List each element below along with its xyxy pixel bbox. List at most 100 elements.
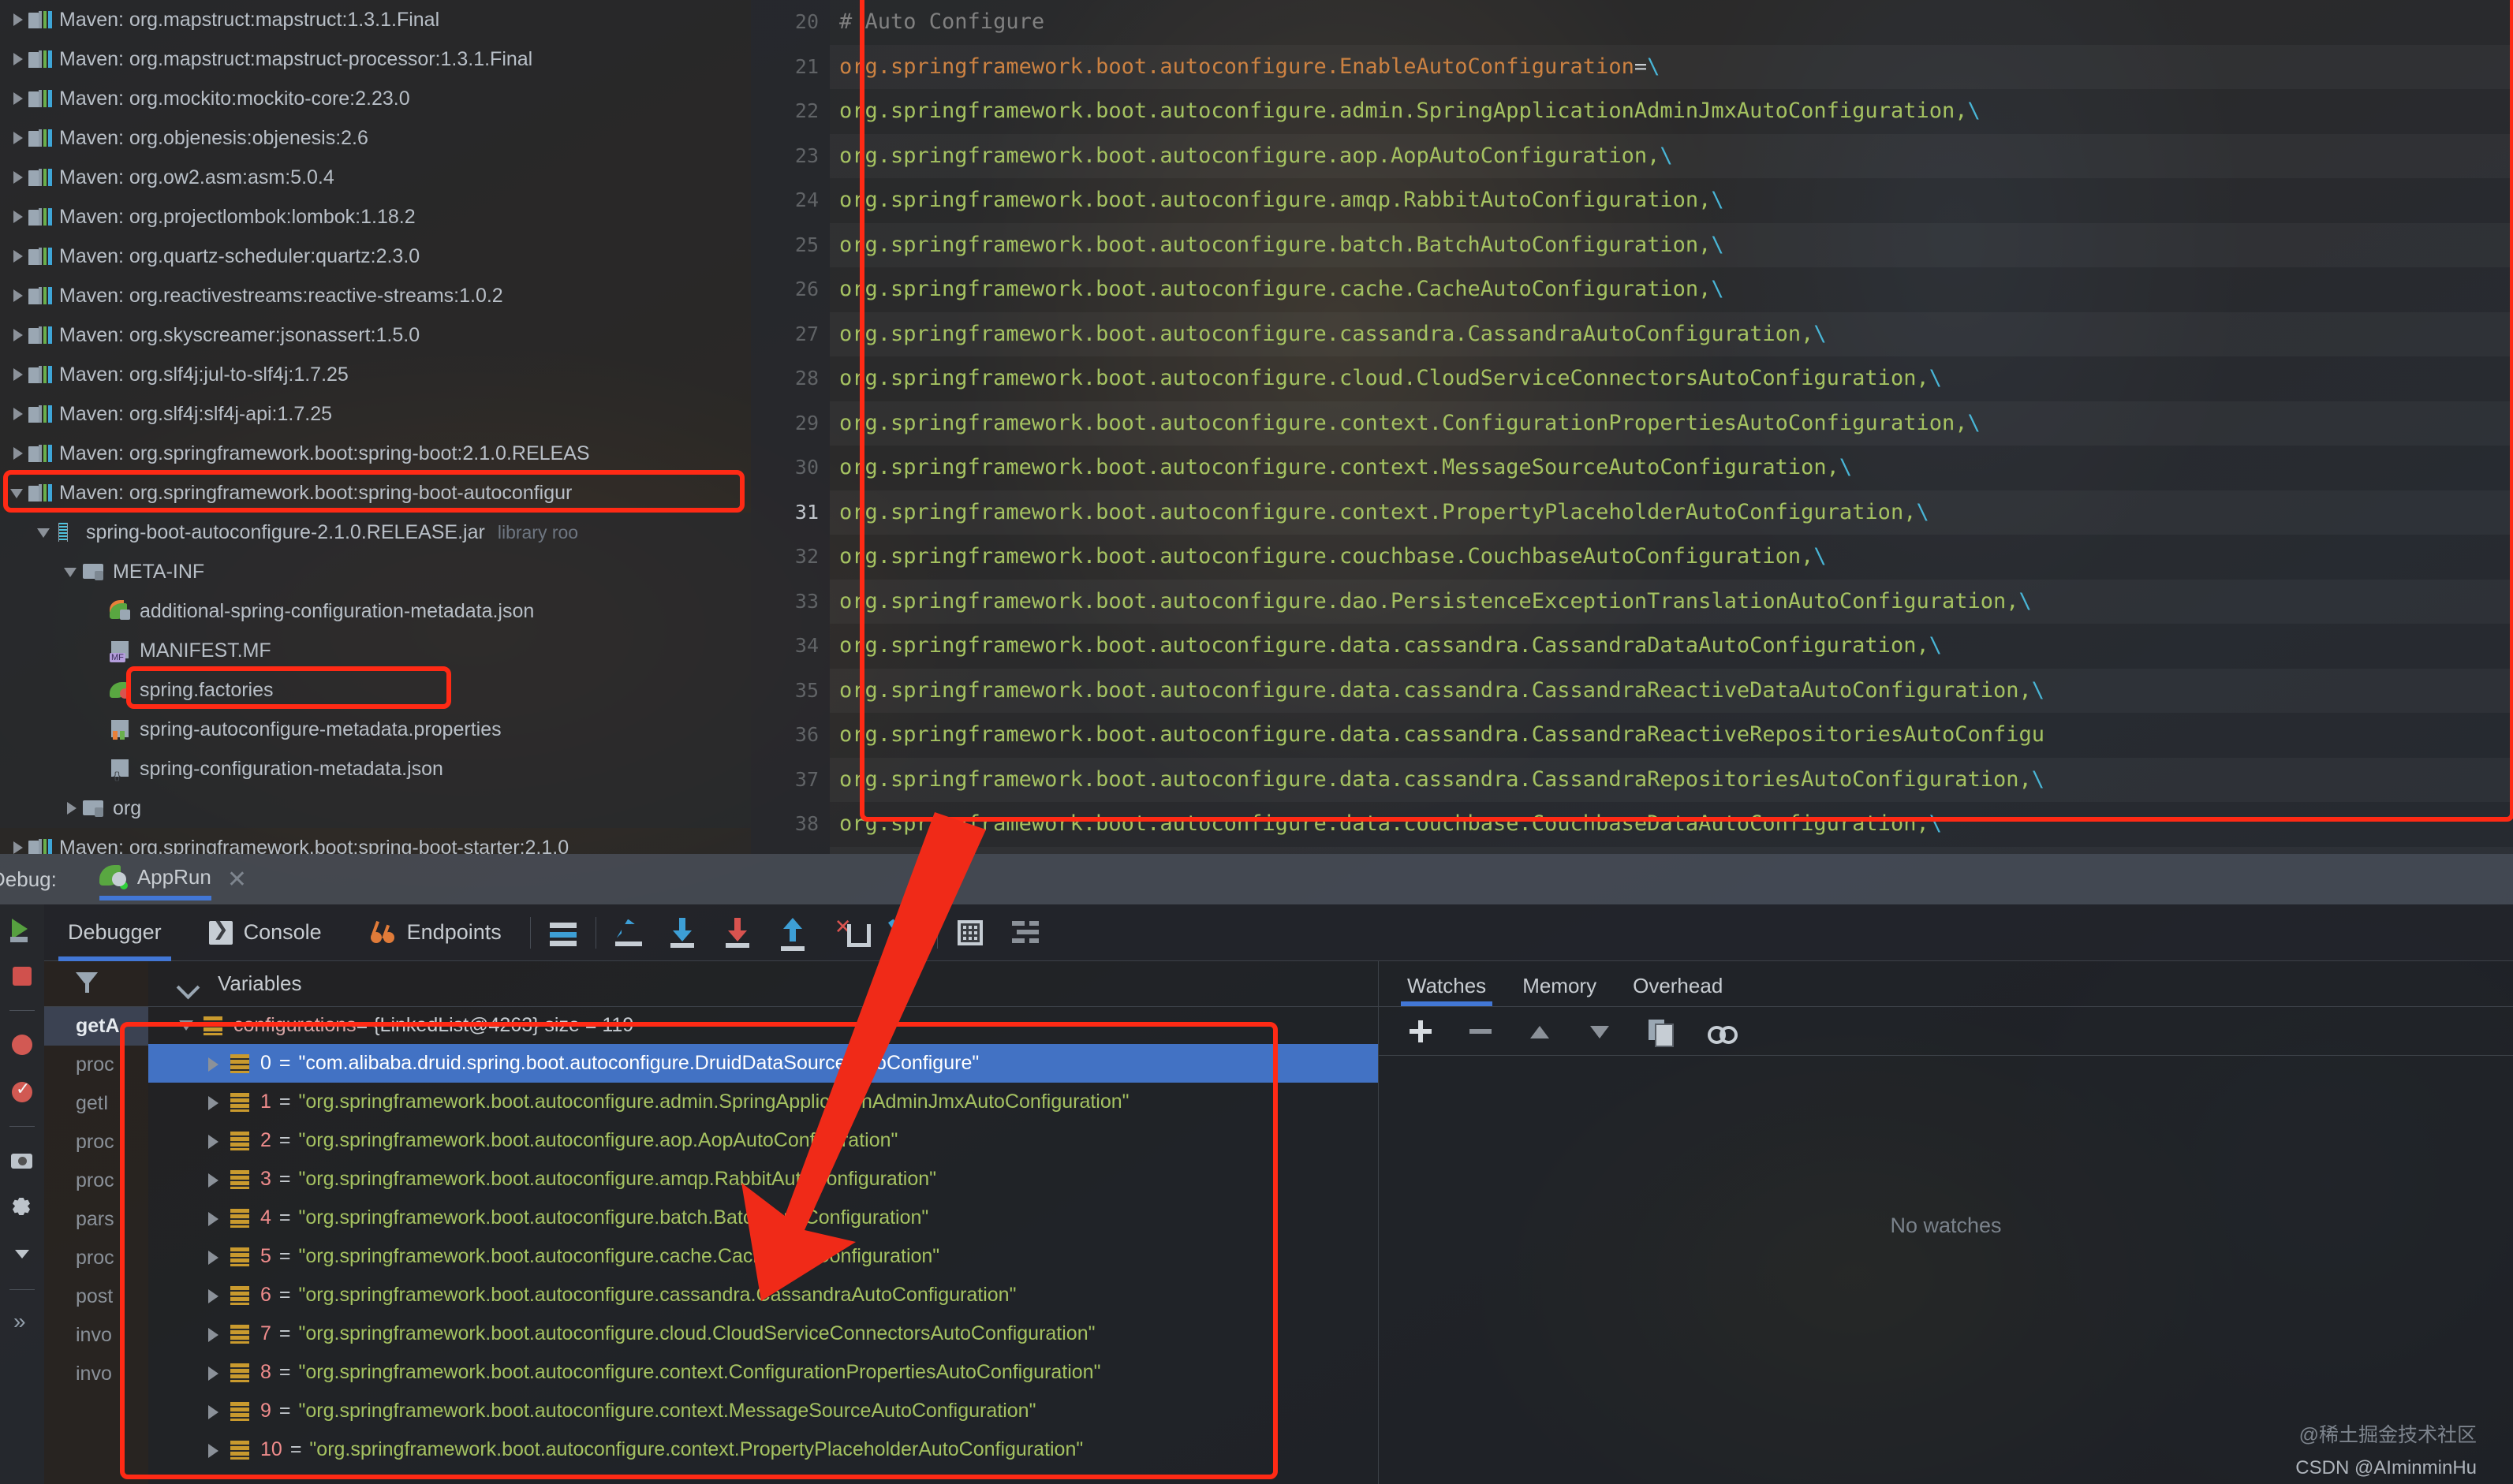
code-line[interactable]: org.springframework.boot.autoconfigure.d… [830, 624, 2513, 669]
chevron-right-icon[interactable] [202, 1322, 226, 1346]
frames-filter-bar[interactable] [44, 961, 148, 1007]
tree-row[interactable]: MANIFEST.MF [0, 631, 751, 670]
frame-row[interactable]: proc [44, 1161, 148, 1200]
code-line[interactable]: org.springframework.boot.autoconfigure.b… [830, 223, 2513, 268]
variable-row[interactable]: 7="org.springframework.boot.autoconfigur… [148, 1314, 1378, 1353]
code-line[interactable]: org.springframework.boot.autoconfigure.a… [830, 134, 2513, 179]
screenshot-icon[interactable] [9, 1147, 35, 1174]
frame-row[interactable]: getA [44, 1007, 148, 1046]
tab-overhead[interactable]: Overhead [1633, 974, 1723, 1006]
project-tool-window[interactable]: Maven: org.mapstruct:mapstruct:1.3.1.Fin… [0, 0, 751, 854]
chevron-right-icon[interactable] [8, 246, 28, 267]
tab-watches[interactable]: Watches [1407, 974, 1486, 1006]
chevron-down-icon[interactable] [62, 561, 82, 582]
editor-code-area[interactable]: # Auto Configureorg.springframework.boot… [830, 0, 2513, 854]
chevron-down-icon[interactable] [8, 483, 28, 503]
frame-row[interactable]: post [44, 1277, 148, 1316]
chevron-right-icon[interactable] [8, 128, 28, 148]
tree-row[interactable]: META-INF [0, 552, 751, 591]
tree-row[interactable]: Maven: org.springframework.boot:spring-b… [0, 828, 751, 854]
tree-row[interactable]: Maven: org.mockito:mockito-core:2.23.0 [0, 79, 751, 118]
tree-row[interactable]: Maven: org.reactivestreams:reactive-stre… [0, 276, 751, 315]
tree-row[interactable]: spring-boot-autoconfigure-2.1.0.RELEASE.… [0, 513, 751, 552]
tab-memory[interactable]: Memory [1522, 974, 1596, 1006]
frame-row[interactable]: proc [44, 1046, 148, 1084]
chevron-right-icon[interactable] [202, 1361, 226, 1385]
chevron-down-icon[interactable] [175, 1014, 199, 1038]
tree-row[interactable]: Maven: org.slf4j:jul-to-slf4j:1.7.25 [0, 355, 751, 394]
code-line[interactable]: org.springframework.boot.autoconfigure.c… [830, 356, 2513, 401]
chevron-down-icon[interactable] [180, 974, 200, 994]
tree-row[interactable]: Maven: org.slf4j:slf4j-api:1.7.25 [0, 394, 751, 434]
tree-row[interactable]: Maven: org.springframework.boot:spring-b… [0, 434, 751, 473]
chevron-right-icon[interactable] [202, 1129, 226, 1153]
frame-row[interactable]: invo [44, 1316, 148, 1355]
chevron-right-icon[interactable] [8, 837, 28, 854]
tree-row[interactable]: Maven: org.skyscreamer:jsonassert:1.5.0 [0, 315, 751, 355]
code-line[interactable]: org.springframework.boot.autoconfigure.c… [830, 312, 2513, 357]
chevron-right-icon[interactable] [202, 1284, 226, 1307]
code-line[interactable]: org.springframework.boot.autoconfigure.c… [830, 490, 2513, 535]
watches-toolbar[interactable] [1379, 1007, 2513, 1056]
frame-row[interactable]: pars [44, 1200, 148, 1239]
chevron-right-icon[interactable] [8, 364, 28, 385]
tab-debugger[interactable]: Debugger [44, 904, 185, 961]
code-editor[interactable]: 2021222324252627282930313233343536373839… [751, 0, 2513, 854]
chevron-down-icon[interactable] [9, 1242, 35, 1269]
tree-row[interactable]: Maven: org.mapstruct:mapstruct:1.3.1.Fin… [0, 0, 751, 39]
move-down-icon[interactable] [1587, 1018, 1614, 1045]
watches-tab-bar[interactable]: Watches Memory Overhead [1379, 961, 2513, 1007]
chevron-right-icon[interactable] [8, 443, 28, 464]
add-watch-icon[interactable] [1407, 1018, 1434, 1045]
chevron-right-icon[interactable] [62, 798, 82, 818]
code-line[interactable]: org.springframework.boot.autoconfigure.c… [830, 535, 2513, 580]
tree-row[interactable]: Maven: org.projectlombok:lombok:1.18.2 [0, 197, 751, 237]
chevron-right-icon[interactable] [202, 1206, 226, 1230]
chevron-right-icon[interactable] [202, 1245, 226, 1269]
chevron-right-icon[interactable] [8, 88, 28, 109]
debug-actions-strip[interactable] [0, 904, 44, 1484]
code-line[interactable]: org.springframework.boot.autoconfigure.c… [830, 401, 2513, 446]
tree-row[interactable]: Maven: org.ow2.asm:asm:5.0.4 [0, 158, 751, 197]
watches-panel[interactable]: Watches Memory Overhead No watches [1379, 961, 2513, 1484]
code-line[interactable]: org.springframework.boot.autoconfigure.c… [830, 446, 2513, 490]
tree-row[interactable]: additional-spring-configuration-metadata… [0, 591, 751, 631]
chevron-right-icon[interactable] [202, 1438, 226, 1462]
code-line[interactable]: org.springframework.boot.autoconfigure.d… [830, 580, 2513, 625]
tab-console[interactable]: Console [185, 904, 345, 961]
code-line[interactable]: org.springframework.boot.autoconfigure.a… [830, 178, 2513, 223]
tree-row[interactable]: spring.factories [0, 670, 751, 710]
step-over-icon[interactable] [614, 918, 644, 948]
variable-row[interactable]: 8="org.springframework.boot.autoconfigur… [148, 1353, 1378, 1392]
tree-row[interactable]: Maven: org.springframework.boot:spring-b… [0, 473, 751, 513]
tree-row[interactable]: spring-autoconfigure-metadata.properties [0, 710, 751, 749]
chevron-right-icon[interactable] [8, 325, 28, 345]
filter-funnel-icon[interactable] [76, 972, 98, 994]
chevron-right-icon[interactable] [8, 404, 28, 424]
code-line[interactable]: org.springframework.boot.autoconfigure.a… [830, 89, 2513, 134]
more-icon[interactable] [9, 1311, 35, 1337]
code-line[interactable]: org.springframework.boot.autoconfigure.d… [830, 758, 2513, 803]
code-line[interactable]: # Auto Configure [830, 0, 2513, 45]
view-breakpoints-icon[interactable] [9, 1031, 35, 1058]
code-line[interactable]: org.springframework.boot.autoconfigure.E… [830, 45, 2513, 90]
chevron-right-icon[interactable] [202, 1400, 226, 1423]
resume-program-icon[interactable] [9, 915, 35, 942]
move-up-icon[interactable] [1527, 1018, 1554, 1045]
variable-row[interactable]: 10="org.springframework.boot.autoconfigu… [148, 1430, 1378, 1469]
show-execution-point-icon[interactable] [548, 918, 578, 948]
chevron-right-icon[interactable] [202, 1052, 226, 1076]
stop-icon[interactable] [9, 963, 35, 990]
frame-row[interactable]: proc [44, 1239, 148, 1277]
mute-breakpoints-icon[interactable] [9, 1079, 35, 1106]
inspect-icon[interactable] [1707, 1018, 1734, 1045]
tree-row[interactable]: org [0, 789, 751, 828]
tree-row[interactable]: Maven: org.quartz-scheduler:quartz:2.3.0 [0, 237, 751, 276]
variable-row[interactable]: 9="org.springframework.boot.autoconfigur… [148, 1392, 1378, 1430]
chevron-right-icon[interactable] [202, 1091, 226, 1114]
frame-row[interactable]: proc [44, 1123, 148, 1161]
remove-watch-icon[interactable] [1467, 1018, 1494, 1045]
settings-gear-icon[interactable] [9, 1195, 35, 1221]
tree-row[interactable]: spring-configuration-metadata.json [0, 749, 751, 789]
tree-row[interactable]: Maven: org.mapstruct:mapstruct-processor… [0, 39, 751, 79]
